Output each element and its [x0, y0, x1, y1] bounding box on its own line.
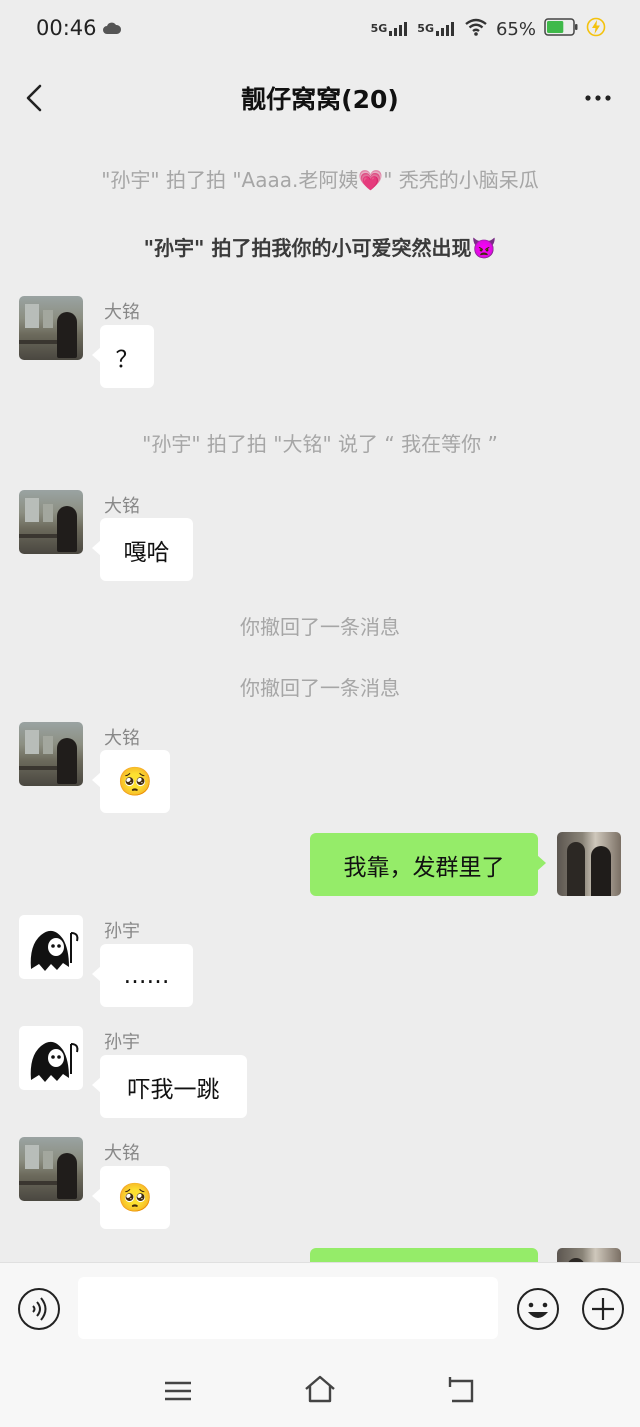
back-icon[interactable]: [444, 1374, 480, 1406]
home-icon[interactable]: [302, 1372, 338, 1406]
avatar-self[interactable]: [557, 1248, 621, 1262]
message-bubble[interactable]: ……: [92, 944, 193, 1007]
system-navigation: [0, 1354, 640, 1427]
message-bubble-own[interactable]: 我靠，发群里了: [310, 833, 546, 896]
system-message: "孙宇" 拍了拍 "Aaaa.老阿姨💗" 秃秃的小脑呆瓜: [101, 168, 539, 192]
status-bar: 00:46 5G 5G 65%: [0, 0, 640, 58]
avatar[interactable]: [19, 722, 83, 786]
battery-icon: [544, 18, 578, 40]
signal-label: 5G: [370, 22, 388, 35]
avatar[interactable]: [19, 490, 83, 554]
message-input[interactable]: [78, 1277, 498, 1339]
input-bar: [0, 1262, 640, 1354]
signal-icon: 5G: [371, 22, 410, 36]
signal-icon: 5G: [417, 22, 456, 36]
system-message: "孙宇" 拍了拍 "大铭" 说了 “ 我在等你 ”: [142, 432, 498, 456]
message-bubble-own[interactable]: [310, 1248, 538, 1262]
chat-messages[interactable]: "孙宇" 拍了拍 "Aaaa.老阿姨💗" 秃秃的小脑呆瓜 "孙宇" 拍了拍我你的…: [0, 138, 640, 1262]
system-message: "孙宇" 拍了拍我你的小可爱突然出现👿: [143, 236, 497, 260]
message-bubble[interactable]: ？: [92, 325, 154, 388]
avatar[interactable]: [19, 296, 83, 360]
menu-icon[interactable]: [162, 1376, 194, 1406]
sender-name: 孙宇: [104, 921, 140, 942]
signal-label: 5G: [417, 22, 434, 35]
voice-icon[interactable]: [17, 1287, 61, 1331]
sender-name: 大铭: [104, 728, 140, 749]
wifi-icon: [464, 18, 488, 40]
sender-name: 大铭: [104, 496, 140, 517]
charging-icon: [586, 17, 606, 41]
cloud-icon: [102, 20, 122, 39]
avatar[interactable]: [19, 915, 83, 979]
message-bubble[interactable]: 嘎哈: [92, 518, 193, 581]
status-indicators: 5G 5G 65%: [371, 17, 606, 41]
more-horizontal-icon[interactable]: [578, 82, 618, 114]
avatar[interactable]: [19, 1026, 83, 1090]
chat-title: 靓仔窝窝(20): [241, 85, 399, 114]
sender-name: 大铭: [104, 1143, 140, 1164]
avatar-self[interactable]: [557, 832, 621, 896]
sender-name: 孙宇: [104, 1032, 140, 1053]
message-bubble[interactable]: 吓我一跳: [92, 1055, 247, 1118]
message-bubble[interactable]: 🥺: [92, 750, 170, 813]
battery-percent: 65%: [495, 18, 536, 40]
emoji-icon[interactable]: [515, 1286, 561, 1332]
avatar[interactable]: [19, 1137, 83, 1201]
system-message: 你撤回了一条消息: [240, 615, 400, 639]
plus-icon[interactable]: [580, 1286, 626, 1332]
sender-name: 大铭: [104, 302, 140, 323]
ghost-icon: [30, 930, 79, 971]
chat-header: 靓仔窝窝(20): [0, 58, 640, 138]
system-message: 你撤回了一条消息: [240, 676, 400, 700]
ghost-icon: [30, 1041, 79, 1082]
status-time: 00:46: [36, 16, 97, 40]
message-bubble[interactable]: 🥺: [92, 1166, 170, 1229]
